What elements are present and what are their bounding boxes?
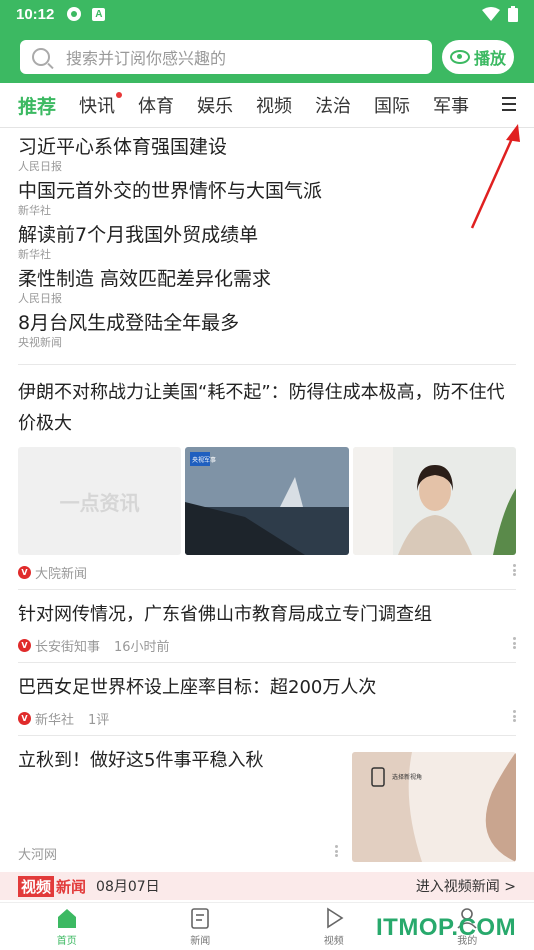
image-badge: 央视军事: [192, 456, 216, 464]
news-images: 一点资讯 央视军事: [18, 447, 516, 555]
nav-video-label: 视频: [323, 935, 344, 947]
news-card[interactable]: 针对网传情况，广东省佛山市教育局成立专门调查组 V 长安街知事 16小时前: [0, 590, 534, 662]
app-a-icon: A: [92, 7, 106, 21]
tab-entertainment[interactable]: 娱乐: [197, 92, 233, 118]
hot-title: 习近平心系体育强国建设: [18, 136, 228, 158]
more-options-icon[interactable]: [513, 564, 516, 576]
wifi-icon: [482, 7, 500, 21]
status-time: 10:12: [16, 5, 55, 23]
news-title: 针对网传情况，广东省佛山市教育局成立专门调查组: [18, 604, 432, 625]
tab-military[interactable]: 军事: [433, 92, 469, 118]
placeholder-image: 一点资讯: [18, 447, 182, 555]
more-options-icon[interactable]: [513, 710, 516, 722]
play-button[interactable]: 播放: [442, 40, 514, 74]
news-source: 新华社: [35, 712, 75, 728]
search-icon: [32, 48, 50, 66]
play-icon: [326, 907, 344, 928]
battery-icon: [508, 6, 518, 22]
tab-recommend[interactable]: 推荐: [18, 92, 56, 119]
status-icons: A: [66, 6, 106, 22]
tab-flash-label: 快讯: [79, 96, 116, 117]
unread-dot: [116, 92, 123, 98]
hot-source: 央视新闻: [18, 336, 62, 349]
hot-title: 8月台风生成登陆全年最多: [18, 312, 240, 334]
app-screen: 10:12 A 搜索并订阅你感兴趣的 播放 推荐 快讯 体育 娱乐 视频 法治 …: [0, 0, 534, 950]
news-title: 伊朗不对称战力让美国“耗不起”：防得住成本极高，防不住代价极大: [18, 382, 505, 434]
news-source: 大院新闻: [35, 566, 88, 582]
more-options-icon[interactable]: [513, 637, 516, 649]
search-placeholder: 搜索并订阅你感兴趣的: [66, 49, 227, 68]
status-bar: 10:12 A: [0, 0, 534, 28]
search-bar[interactable]: 搜索并订阅你感兴趣的: [20, 40, 432, 74]
nav-news-label: 新闻: [190, 935, 211, 947]
hot-title: 柔性制造 高效匹配差异化需求: [18, 268, 272, 290]
hot-source: 新华社: [18, 248, 51, 261]
news-card[interactable]: 伊朗不对称战力让美国“耗不起”：防得住成本极高，防不住代价极大 一点资讯 央视军…: [0, 365, 534, 589]
home-icon: [57, 908, 76, 928]
status-right: [482, 6, 518, 22]
source-badge-icon: V: [18, 711, 31, 725]
image-caption: 选择新视角: [392, 773, 422, 781]
hot-list: 习近平心系体育强国建设 人民日报 中国元首外交的世界情怀与大国气派 新华社 解读…: [0, 128, 534, 354]
news-card[interactable]: 立秋到！做好这5件事平稳入秋 大河网 选择新视角: [0, 736, 534, 868]
news-title: 立秋到！做好这5件事平稳入秋: [18, 750, 264, 771]
news-source: 长安街知事: [35, 639, 101, 655]
news-tag: 新闻: [56, 877, 87, 896]
warship-image: 央视军事: [185, 447, 349, 555]
source-badge-icon: V: [18, 565, 31, 579]
tab-international[interactable]: 国际: [374, 92, 410, 118]
news-meta: 大河网: [18, 836, 338, 870]
tab-sports[interactable]: 体育: [138, 92, 174, 118]
list-item[interactable]: 柔性制造 高效匹配差异化需求 人民日报: [18, 266, 516, 310]
list-item[interactable]: 习近平心系体育强国建设 人民日报: [18, 134, 516, 178]
news-comments: 1评: [88, 712, 110, 728]
play-button-label: 播放: [473, 49, 506, 68]
source-badge-icon: V: [18, 638, 31, 652]
tab-flash[interactable]: 快讯: [79, 92, 123, 118]
tab-video[interactable]: 视频: [256, 92, 292, 118]
news-time: 16小时前: [114, 639, 170, 655]
eye-icon: [449, 50, 470, 64]
news-card[interactable]: 巴西女足世界杯设上座率目标：超200万人次 V 新华社 1评: [0, 663, 534, 735]
news-meta: V 新华社 1评: [18, 701, 516, 735]
news-meta: V 大院新闻: [18, 555, 516, 589]
header: 10:12 A 搜索并订阅你感兴趣的 播放: [0, 0, 534, 83]
video-news-banner[interactable]: 视频 新闻 08月07日 进入视频新闻 >: [0, 872, 534, 900]
more-options-icon[interactable]: [335, 845, 338, 857]
hot-source: 人民日报: [18, 160, 62, 173]
hot-source: 新华社: [18, 204, 51, 217]
annotation-arrow-icon: [470, 124, 520, 229]
hot-title: 解读前7个月我国外贸成绩单: [18, 224, 259, 246]
list-item[interactable]: 中国元首外交的世界情怀与大国气派 新华社: [18, 178, 516, 222]
banner-date: 08月07日: [96, 879, 160, 895]
nav-news[interactable]: 新闻: [134, 903, 268, 950]
news-source: 大河网: [18, 847, 58, 863]
sync-icon: [67, 7, 82, 21]
nav-home-label: 首页: [56, 935, 77, 947]
hot-title: 中国元首外交的世界情怀与大国气派: [18, 180, 323, 202]
hot-source: 人民日报: [18, 292, 62, 305]
news-title: 巴西女足世界杯设上座率目标：超200万人次: [18, 677, 377, 698]
menu-icon[interactable]: [502, 97, 516, 111]
news-meta: V 长安街知事 16小时前: [18, 628, 516, 662]
tab-law[interactable]: 法治: [315, 92, 351, 118]
video-tag: 视频: [18, 875, 55, 897]
list-item[interactable]: 解读前7个月我国外贸成绩单 新华社: [18, 222, 516, 266]
autumn-image: 选择新视角: [352, 752, 516, 862]
news-icon: [191, 907, 210, 929]
watermark-text: ITMOP.COM: [376, 914, 517, 941]
spokesperson-image: [352, 447, 516, 555]
nav-home[interactable]: 首页: [0, 903, 134, 950]
list-item[interactable]: 8月台风生成登陆全年最多 央视新闻: [18, 310, 516, 354]
enter-video-news-link[interactable]: 进入视频新闻 >: [416, 876, 516, 896]
channel-tabs: 推荐 快讯 体育 娱乐 视频 法治 国际 军事: [0, 83, 534, 128]
